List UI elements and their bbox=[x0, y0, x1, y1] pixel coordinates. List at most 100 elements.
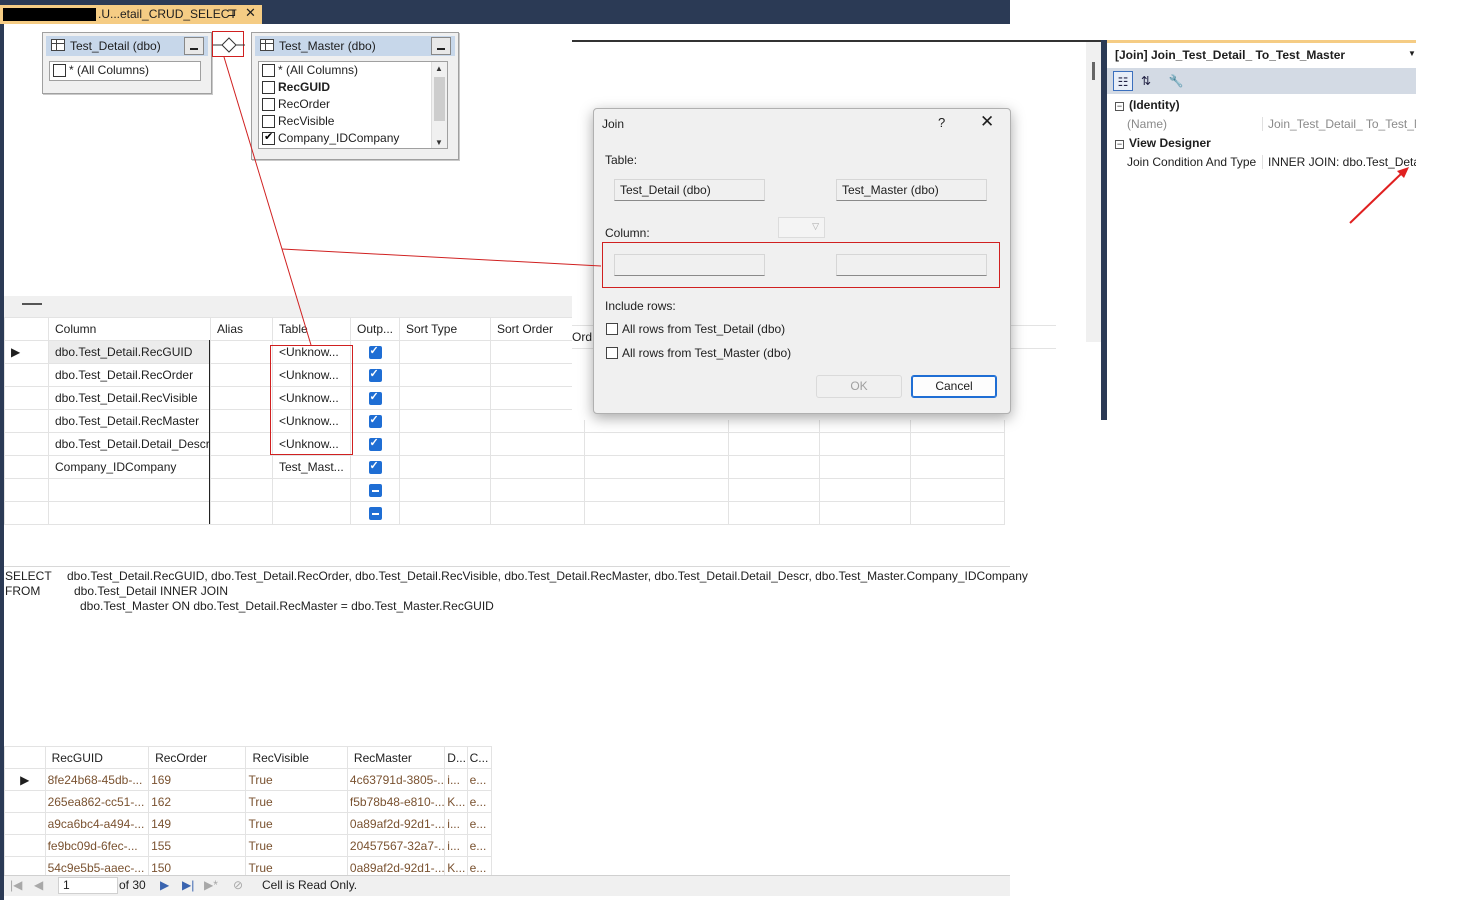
column-item[interactable]: Company_IDCompany bbox=[259, 130, 447, 147]
sort-order-cell[interactable] bbox=[490, 455, 585, 479]
grid-cell[interactable] bbox=[910, 501, 1005, 525]
result-cell[interactable]: e... bbox=[466, 812, 493, 835]
result-column-header[interactable]: RecMaster bbox=[346, 746, 446, 769]
output-checkbox[interactable] bbox=[368, 367, 382, 383]
vertical-scrollbar[interactable]: ▲ ▼ bbox=[431, 62, 447, 148]
result-cell[interactable]: True bbox=[245, 768, 348, 791]
result-column-header[interactable]: RecOrder bbox=[148, 746, 247, 769]
sort-order-cell[interactable] bbox=[490, 478, 585, 502]
all-rows-right-checkbox[interactable] bbox=[606, 347, 618, 359]
result-cell[interactable]: i... bbox=[444, 768, 468, 791]
new-record-icon[interactable]: ▶* bbox=[204, 878, 218, 892]
chevron-down-icon[interactable]: ▼ bbox=[1408, 49, 1416, 58]
output-cell[interactable] bbox=[350, 478, 400, 502]
table-cell[interactable] bbox=[272, 501, 351, 525]
close-icon[interactable]: ✕ bbox=[245, 5, 256, 21]
sort-type-cell[interactable] bbox=[399, 432, 491, 456]
alias-cell[interactable] bbox=[210, 501, 273, 525]
column-cell[interactable] bbox=[48, 478, 211, 502]
row-header-cell[interactable] bbox=[4, 455, 49, 479]
result-row[interactable]: ▶ 8fe24b68-45db-... 169 True 4c63791d-38… bbox=[4, 768, 493, 791]
sort-order-cell[interactable] bbox=[490, 363, 585, 387]
result-cell[interactable]: True bbox=[245, 790, 348, 813]
row-header-cell[interactable] bbox=[4, 409, 49, 433]
all-rows-right-label[interactable]: All rows from Test_Master (dbo) bbox=[622, 346, 791, 360]
sort-type-cell[interactable] bbox=[399, 386, 491, 410]
category-view-designer[interactable]: − View Designer bbox=[1115, 136, 1211, 150]
result-cell[interactable]: 8fe24b68-45db-... bbox=[44, 768, 150, 791]
result-cell[interactable]: a9ca6bc4-a494-... bbox=[44, 812, 150, 835]
collapse-icon[interactable]: − bbox=[1115, 102, 1124, 111]
result-cell[interactable]: True bbox=[245, 812, 348, 835]
result-cell[interactable]: e... bbox=[466, 834, 493, 857]
grid-cell[interactable] bbox=[728, 501, 820, 525]
next-record-icon[interactable]: ▶ bbox=[160, 878, 169, 892]
grid-cell[interactable] bbox=[910, 432, 1005, 456]
result-cell[interactable]: i... bbox=[444, 812, 468, 835]
result-cell[interactable]: e... bbox=[466, 790, 493, 813]
collapse-icon[interactable]: − bbox=[1115, 140, 1124, 149]
sort-type-cell[interactable] bbox=[399, 501, 491, 525]
minimize-button[interactable] bbox=[431, 37, 451, 55]
sort-type-header[interactable]: Sort Type bbox=[399, 317, 491, 341]
output-cell[interactable] bbox=[350, 363, 400, 387]
result-cell[interactable]: 0a89af2d-92d1-... bbox=[346, 812, 446, 835]
column-item[interactable]: * (All Columns) bbox=[259, 62, 447, 79]
output-cell[interactable] bbox=[350, 386, 400, 410]
alias-header[interactable]: Alias bbox=[210, 317, 273, 341]
table-window-header[interactable]: Test_Master (dbo) bbox=[255, 36, 455, 56]
output-cell[interactable] bbox=[350, 340, 400, 364]
sort-order-cell[interactable] bbox=[490, 409, 585, 433]
all-rows-left-checkbox[interactable] bbox=[606, 323, 618, 335]
column-cell[interactable]: dbo.Test_Detail.RecOrder bbox=[48, 363, 211, 387]
grid-cell[interactable] bbox=[584, 501, 729, 525]
scroll-up-icon[interactable]: ▲ bbox=[435, 64, 443, 73]
column-cell[interactable]: dbo.Test_Detail.RecGUID bbox=[48, 340, 211, 364]
column-item[interactable]: RecGUID bbox=[259, 79, 447, 96]
sort-order-cell[interactable] bbox=[490, 432, 585, 456]
property-row[interactable]: (Name) Join_Test_Detail_ To_Test_Master bbox=[1107, 115, 1451, 134]
vertical-scrollbar[interactable] bbox=[1086, 42, 1102, 342]
ok-button[interactable]: OK bbox=[816, 375, 902, 398]
column-cell[interactable]: dbo.Test_Detail.RecMaster bbox=[48, 409, 211, 433]
output-checkbox-indeterminate[interactable] bbox=[368, 484, 382, 498]
result-column-header[interactable]: D... bbox=[444, 746, 468, 769]
result-column-header[interactable]: C... bbox=[466, 746, 493, 769]
alias-cell[interactable] bbox=[210, 478, 273, 502]
alias-cell[interactable] bbox=[210, 409, 273, 433]
join-operator-dropdown[interactable]: ▽ bbox=[778, 217, 825, 238]
pane-splitter[interactable] bbox=[4, 296, 574, 318]
output-header[interactable]: Outp... bbox=[350, 317, 400, 341]
table-window-header[interactable]: Test_Detail (dbo) bbox=[46, 36, 208, 56]
criteria-row[interactable] bbox=[4, 501, 1005, 525]
alias-cell[interactable] bbox=[210, 340, 273, 364]
grid-cell[interactable] bbox=[728, 478, 820, 502]
grid-cell[interactable] bbox=[910, 455, 1005, 479]
table-cell[interactable]: Test_Mast... bbox=[272, 455, 351, 479]
close-icon[interactable]: ✕ bbox=[980, 112, 994, 132]
result-cell[interactable]: True bbox=[245, 834, 348, 857]
result-column-header[interactable]: RecVisible bbox=[245, 746, 348, 769]
result-cell[interactable]: 149 bbox=[148, 812, 247, 835]
current-row-indicator[interactable]: ▶ bbox=[4, 340, 49, 364]
row-header-cell[interactable] bbox=[4, 363, 49, 387]
result-cell[interactable]: 265ea862-cc51-... bbox=[44, 790, 150, 813]
result-row[interactable]: 265ea862-cc51-... 162 True f5b78b48-e810… bbox=[4, 790, 493, 813]
output-cell[interactable] bbox=[350, 501, 400, 525]
cancel-button[interactable]: Cancel bbox=[911, 375, 997, 398]
category-identity[interactable]: − (Identity) bbox=[1115, 98, 1180, 112]
alias-cell[interactable] bbox=[210, 455, 273, 479]
table-header[interactable]: Table bbox=[272, 317, 351, 341]
output-cell[interactable] bbox=[350, 455, 400, 479]
row-header-cell[interactable] bbox=[4, 478, 49, 502]
output-checkbox[interactable] bbox=[368, 459, 382, 475]
scroll-thumb[interactable] bbox=[1092, 62, 1095, 80]
output-cell[interactable] bbox=[350, 409, 400, 433]
grid-cell[interactable] bbox=[819, 478, 911, 502]
grid-cell[interactable] bbox=[819, 501, 911, 525]
result-column-header[interactable]: RecGUID bbox=[44, 746, 150, 769]
sort-type-cell[interactable] bbox=[399, 409, 491, 433]
row-header-cell[interactable] bbox=[4, 501, 49, 525]
criteria-row[interactable]: dbo.Test_Detail.Detail_Descr <Unknow... bbox=[4, 432, 1005, 456]
result-cell[interactable]: i... bbox=[444, 834, 468, 857]
